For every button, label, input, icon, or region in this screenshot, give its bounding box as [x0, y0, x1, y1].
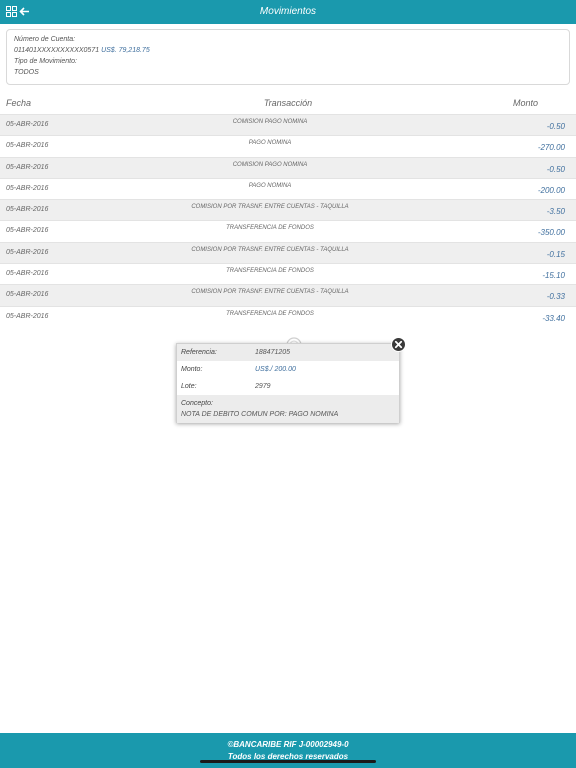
detail-batch-row: Lote: 2979 [177, 378, 399, 395]
table-row[interactable]: 05-ABR-2016 COMISION PAGO NOMINA -0.50 [0, 156, 576, 178]
row-description: TRANSFERENCIA DE FONDOS [226, 310, 314, 317]
table-row[interactable]: 05-ABR-2016 TRANSFERENCIA DE FONDOS -350… [0, 220, 576, 241]
column-header-transaction: Transacción [263, 98, 313, 108]
table-row[interactable]: 05-ABR-2016 COMISION POR TRASNF. ENTRE C… [0, 241, 576, 264]
page-title: Movimientos [259, 6, 317, 17]
row-amount: -0.50 [546, 122, 565, 131]
row-amount: -15.10 [542, 271, 565, 281]
column-header-amount: Monto [512, 98, 538, 108]
account-summary: Número de Cuenta: 011401XXXXXXXXXX0571 U… [6, 29, 570, 85]
close-icon[interactable] [391, 337, 406, 352]
row-description: COMISION POR TRASNF. ENTRE CUENTAS - TAQ… [191, 289, 349, 296]
table-row[interactable]: 05-ABR-2016 PAGO NOMINA -200.00 [0, 177, 576, 199]
movement-type: TODOS [14, 69, 39, 76]
detail-concept-value: NOTA DE DEBITO COMUN POR: PAGO NOMINA [181, 411, 339, 418]
row-description: COMISION PAGO NOMINA [232, 119, 308, 125]
row-amount: -33.40 [542, 313, 565, 323]
detail-reference-label: Referencia: [181, 349, 217, 356]
row-amount: -3.50 [546, 207, 565, 217]
detail-amount-value: US$./ 200.00 [255, 366, 296, 373]
table-row[interactable]: 05-ABR-2016 TRANSFERENCIA DE FONDOS -33.… [0, 305, 576, 327]
account-number-label: Número de Cuenta: [14, 36, 76, 43]
row-amount: -0.33 [546, 292, 565, 302]
row-amount: -270.00 [537, 143, 565, 153]
detail-concept-row: Concepto: NOTA DE DEBITO COMUN POR: PAGO… [177, 395, 399, 423]
row-amount: -0.15 [546, 249, 565, 259]
account-balance: US$. 79,218.75 [101, 47, 150, 54]
row-description: PAGO NOMINA [248, 182, 292, 189]
table-row[interactable]: 05-ABR-2016 COMISION PAGO NOMINA -0.50 [0, 114, 576, 136]
detail-batch-label: Lote: [181, 383, 197, 390]
row-description: TRANSFERENCIA DE FONDOS [226, 268, 314, 275]
row-amount: -200.00 [537, 185, 565, 195]
table-header: Fecha Transacción Monto [0, 94, 576, 114]
detail-amount-label: Monto: [181, 366, 203, 373]
detail-reference-value: 188471205 [255, 349, 291, 356]
home-indicator [200, 760, 376, 763]
transactions-list: 05-ABR-2016 COMISION PAGO NOMINA -0.50 0… [0, 114, 576, 327]
row-description: TRANSFERENCIA DE FONDOS [226, 225, 314, 232]
table-row[interactable]: 05-ABR-2016 COMISION POR TRASNF. ENTRE C… [0, 199, 576, 221]
row-amount: -350.00 [537, 228, 565, 238]
table-row[interactable]: 05-ABR-2016 TRANSFERENCIA DE FONDOS -15.… [0, 263, 576, 284]
detail-concept-label: Concepto: [181, 400, 213, 407]
row-description: COMISION PAGO NOMINA [232, 161, 308, 168]
row-description: COMISION POR TRASNF. ENTRE CUENTAS - TAQ… [191, 246, 349, 253]
movement-type-label: Tipo de Movimiento: [14, 58, 77, 65]
transaction-detail-popup: Referencia: 188471205 Monto: US$./ 200.0… [176, 343, 400, 423]
detail-reference-row: Referencia: 188471205 [177, 344, 399, 361]
account-number: 011401XXXXXXXXXX0571 [14, 47, 100, 54]
row-description: COMISION POR TRASNF. ENTRE CUENTAS - TAQ… [191, 204, 349, 211]
row-description: PAGO NOMINA [248, 140, 292, 147]
top-bar: Movimientos [0, 0, 576, 24]
footer-copyright: ©BANCARIBE RIF J-00002949-0 [227, 740, 349, 749]
row-amount: -0.50 [546, 164, 565, 174]
table-row[interactable]: 05-ABR-2016 PAGO NOMINA -270.00 [0, 135, 576, 156]
detail-batch-value: 2979 [255, 383, 271, 390]
account-number-line: 011401XXXXXXXXXX0571 US$. 79,218.75 [14, 45, 562, 56]
detail-amount-row: Monto: US$./ 200.00 [177, 361, 399, 378]
table-row[interactable]: 05-ABR-2016 COMISION POR TRASNF. ENTRE C… [0, 284, 576, 306]
